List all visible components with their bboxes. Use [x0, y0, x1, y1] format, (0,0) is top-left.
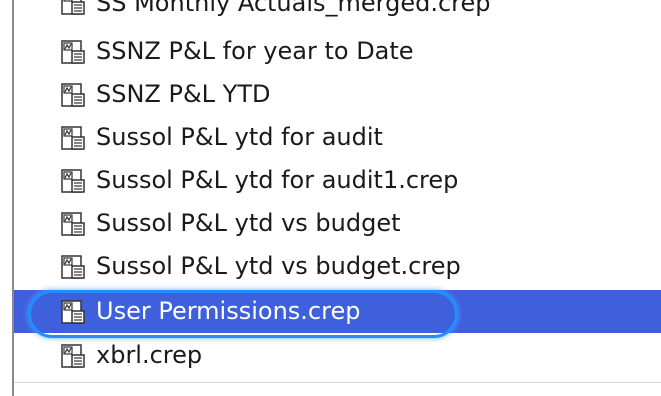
- file-list: SS Monthly Actuals_merged.crep SSNZ P&L …: [0, 0, 661, 396]
- report-file-icon: [61, 0, 85, 15]
- list-item-label: Sussol P&L ytd vs budget.crep: [96, 252, 461, 280]
- list-item-label: Sussol P&L ytd vs budget: [96, 209, 401, 237]
- list-item[interactable]: Sussol P&L ytd vs budget: [14, 202, 661, 245]
- list-item[interactable]: SSNZ P&L YTD: [14, 73, 661, 116]
- list-item[interactable]: Sussol P&L ytd for audit: [14, 116, 661, 159]
- list-item-label: SSNZ P&L for year to Date: [96, 37, 414, 65]
- list-item-label: SS Monthly Actuals_merged.crep: [96, 0, 491, 17]
- report-file-icon: [61, 211, 85, 236]
- list-item[interactable]: Sussol P&L ytd vs budget.crep: [14, 245, 661, 288]
- list-item-label: Sussol P&L ytd for audit1.crep: [96, 166, 459, 194]
- report-file-icon: [61, 125, 85, 150]
- report-file-icon: [61, 254, 85, 279]
- list-item-label: SSNZ P&L YTD: [96, 80, 271, 108]
- list-bottom-divider: [14, 382, 661, 383]
- list-item[interactable]: SSNZ P&L for year to Date: [14, 30, 661, 73]
- list-item-label: xbrl.crep: [96, 341, 203, 369]
- report-file-icon: [61, 299, 85, 324]
- list-item-label: User Permissions.crep: [96, 297, 361, 325]
- report-file-icon: [61, 39, 85, 64]
- report-file-icon: [61, 168, 85, 193]
- list-item[interactable]: xbrl.crep: [14, 334, 661, 377]
- report-file-icon: [61, 343, 85, 368]
- list-item-label: Sussol P&L ytd for audit: [96, 123, 383, 151]
- report-file-icon: [61, 82, 85, 107]
- list-item[interactable]: Sussol P&L ytd for audit1.crep: [14, 159, 661, 202]
- list-item[interactable]: SS Monthly Actuals_merged.crep: [14, 0, 661, 18]
- list-item-selected[interactable]: User Permissions.crep: [14, 290, 661, 333]
